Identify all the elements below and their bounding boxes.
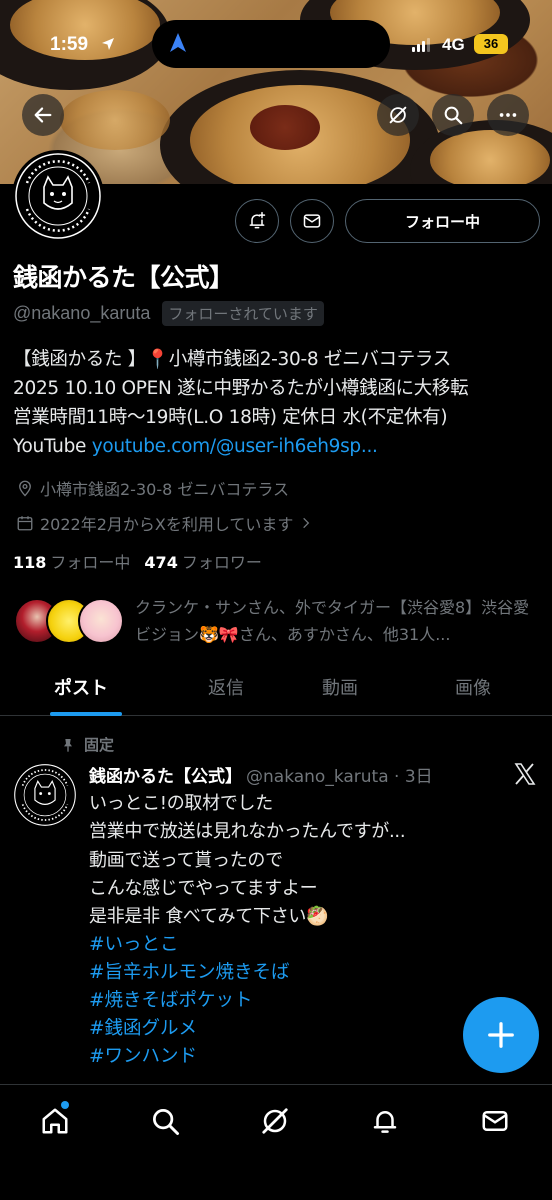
profile-tabs: ポスト 返信 動画 画像 xyxy=(0,662,552,716)
x-logo-icon xyxy=(514,763,536,785)
active-tab-indicator xyxy=(50,712,122,716)
tab-posts[interactable]: ポスト xyxy=(54,674,108,700)
post-avatar[interactable] xyxy=(14,764,76,826)
followers-link[interactable]: 474 フォロワー xyxy=(144,553,261,572)
followers-label: フォロワー xyxy=(181,553,262,572)
bell-plus-icon xyxy=(249,211,266,229)
followers-count: 474 xyxy=(144,553,178,572)
hashtag-link[interactable]: #いっとこ xyxy=(89,930,179,956)
plus-icon xyxy=(488,1022,514,1048)
grok-button[interactable] xyxy=(377,94,419,136)
back-button[interactable] xyxy=(22,94,64,136)
handle-row: @nakano_karuta フォローされています xyxy=(13,301,324,326)
nav-notifications[interactable] xyxy=(367,1103,403,1139)
hashtag-link[interactable]: #旨辛ホルモン焼きそば xyxy=(89,958,290,984)
bottom-nav xyxy=(0,1084,552,1200)
pinned-label: 固定 xyxy=(84,736,115,754)
search-button[interactable] xyxy=(432,94,474,136)
compose-button[interactable] xyxy=(463,997,539,1073)
home-icon xyxy=(42,1108,68,1134)
following-label: フォロー中 xyxy=(50,553,131,572)
home-unread-dot xyxy=(61,1101,69,1109)
known-followers-avatars[interactable] xyxy=(14,598,124,646)
location-text: 小樽市銭函2-30-8 ゼニバコテラス xyxy=(40,480,290,499)
followers-you-know[interactable]: クランケ・サンさん、外でタイガー【渋谷愛8】渋谷愛ビジョン🐯🎀さん、あすかさん、… xyxy=(135,594,545,648)
tab-videos[interactable]: 動画 xyxy=(322,674,358,700)
nav-home[interactable] xyxy=(37,1103,73,1139)
hashtag-link[interactable]: #銭函グルメ xyxy=(89,1014,197,1040)
location-arrow-icon xyxy=(102,38,114,50)
location-pin-icon xyxy=(19,480,31,497)
arrow-left-icon xyxy=(34,107,52,123)
following-link[interactable]: 118 フォロー中 xyxy=(13,553,130,572)
chevron-right-icon xyxy=(303,517,310,529)
joined-row[interactable]: 2022年2月からXを利用しています xyxy=(16,511,313,535)
following-count: 118 xyxy=(13,553,47,572)
avatar xyxy=(78,598,124,644)
battery-icon: 36 xyxy=(474,34,508,54)
pin-icon xyxy=(64,738,72,752)
post-header: 銭函かるた【公式】 @nakano_karuta · 3日 xyxy=(89,762,433,787)
navigation-icon xyxy=(170,33,186,52)
status-time: 1:59 xyxy=(50,34,89,55)
bell-icon xyxy=(373,1111,397,1133)
post-author-handle-time[interactable]: @nakano_karuta · 3日 xyxy=(246,762,433,787)
profile-name: 銭函かるた【公式】 xyxy=(13,263,234,292)
bio-link[interactable]: youtube.com/@user-ih6eh9sp... xyxy=(92,436,378,457)
follows-you-badge: フォローされています xyxy=(162,301,324,326)
envelope-icon xyxy=(303,214,321,228)
following-button[interactable]: フォロー中 xyxy=(345,199,540,243)
grok-icon xyxy=(262,1108,288,1134)
network-type: 4G xyxy=(442,35,465,54)
post-text: いっとこ!の取材でした 営業中で放送は見れなかったんですが... 動画で送って貰… xyxy=(89,793,406,928)
search-icon xyxy=(444,106,463,125)
nav-messages[interactable] xyxy=(477,1103,513,1139)
karuta-logo xyxy=(15,153,101,239)
follow-counts: 118 フォロー中 474 フォロワー xyxy=(13,549,262,573)
signal-icon xyxy=(412,38,432,52)
calendar-icon xyxy=(17,516,33,531)
karuta-logo xyxy=(14,764,76,826)
message-button[interactable] xyxy=(290,199,334,243)
notify-button[interactable] xyxy=(235,199,279,243)
nav-grok[interactable] xyxy=(257,1103,293,1139)
hashtag-link[interactable]: #焼きそばポケット xyxy=(89,986,253,1012)
pinned-indicator: 固定 xyxy=(60,734,114,755)
tab-replies[interactable]: 返信 xyxy=(208,674,244,700)
more-icon xyxy=(499,113,517,117)
search-icon xyxy=(153,1109,179,1135)
hashtag-link[interactable]: #ワンハンド xyxy=(89,1042,197,1068)
tab-media[interactable]: 画像 xyxy=(455,674,491,700)
grok-icon xyxy=(389,106,407,124)
more-button[interactable] xyxy=(487,94,529,136)
post-author-name[interactable]: 銭函かるた【公式】 xyxy=(89,762,242,787)
profile-handle: @nakano_karuta xyxy=(13,303,151,323)
profile-bio: 【銭函かるた 】📍小樽市銭函2-30-8 ゼニバコテラス 2025 10.10 … xyxy=(13,345,543,461)
nav-search[interactable] xyxy=(147,1103,183,1139)
location-row: 小樽市銭函2-30-8 ゼニバコテラス xyxy=(16,476,289,500)
profile-avatar[interactable] xyxy=(12,150,104,242)
envelope-icon xyxy=(482,1111,508,1131)
joined-text: 2022年2月からXを利用しています xyxy=(40,515,294,534)
